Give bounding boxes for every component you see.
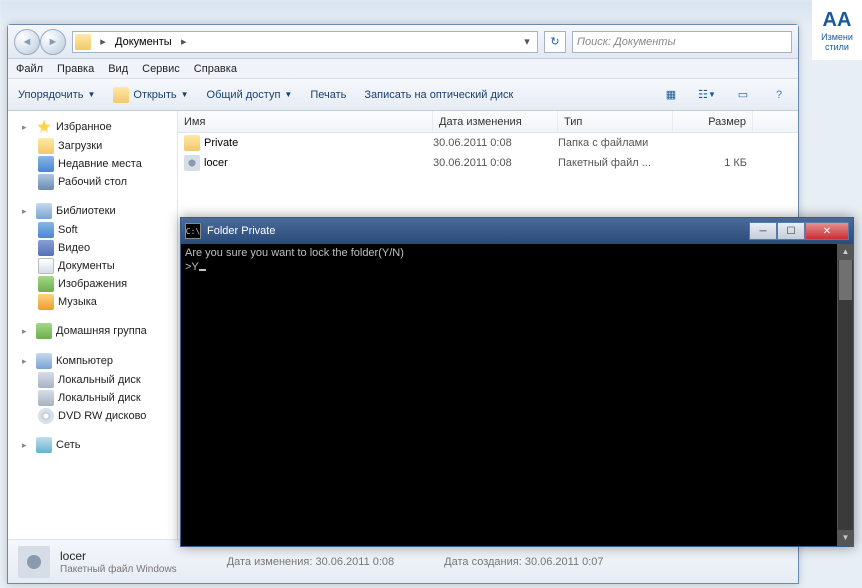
scrollbar[interactable]: ▲ ▼ — [837, 244, 853, 546]
image-icon — [38, 276, 54, 292]
back-button[interactable]: ◄ — [14, 29, 40, 55]
sidebar-item-downloads[interactable]: Загрузки — [12, 137, 173, 155]
batch-file-icon — [184, 155, 200, 171]
refresh-button[interactable]: ↻ — [544, 31, 566, 53]
cmd-titlebar[interactable]: C:\ Folder Private ─ ☐ ✕ — [181, 218, 853, 244]
cmd-body[interactable]: Are you sure you want to lock the folder… — [181, 244, 853, 546]
sidebar-favorites[interactable]: ▸Избранное — [12, 117, 173, 137]
print-button[interactable]: Печать — [310, 89, 346, 101]
folder-icon — [184, 135, 200, 151]
menu-help[interactable]: Справка — [194, 63, 237, 75]
maximize-button[interactable]: ☐ — [777, 222, 805, 240]
word-ribbon-fragment: AA Измени стили — [812, 0, 862, 60]
recent-icon — [38, 156, 54, 172]
menu-file[interactable]: Файл — [16, 63, 43, 75]
sidebar: ▸Избранное Загрузки Недавние места Рабоч… — [8, 111, 178, 539]
sidebar-item-documents[interactable]: Документы — [12, 257, 173, 275]
chevron-right-icon[interactable]: ▸ — [95, 35, 111, 48]
status-filename: locer — [60, 549, 177, 563]
sidebar-item-disk[interactable]: Локальный диск — [12, 389, 173, 407]
music-icon — [38, 294, 54, 310]
network-icon — [36, 437, 52, 453]
menu-edit[interactable]: Правка — [57, 63, 94, 75]
path-segment[interactable]: Документы — [111, 36, 176, 48]
close-button[interactable]: ✕ — [805, 222, 849, 240]
folder-icon — [38, 222, 54, 238]
computer-icon — [36, 353, 52, 369]
dropdown-icon[interactable]: ▾ — [519, 35, 535, 48]
sidebar-item-recent[interactable]: Недавние места — [12, 155, 173, 173]
file-row[interactable]: locer 30.06.2011 0:08 Пакетный файл ... … — [178, 153, 798, 173]
batch-file-icon — [18, 546, 50, 578]
folder-icon — [38, 138, 54, 154]
col-type[interactable]: Тип — [558, 111, 673, 132]
sidebar-libraries[interactable]: ▸Библиотеки — [12, 201, 173, 221]
sidebar-network[interactable]: ▸Сеть — [12, 435, 173, 455]
cmd-window: C:\ Folder Private ─ ☐ ✕ Are you sure yo… — [180, 217, 854, 547]
cmd-icon: C:\ — [185, 223, 201, 239]
chevron-right-icon[interactable]: ▸ — [176, 35, 192, 48]
forward-button[interactable]: ► — [40, 29, 66, 55]
minimize-button[interactable]: ─ — [749, 222, 777, 240]
sidebar-item-desktop[interactable]: Рабочий стол — [12, 173, 173, 191]
sidebar-computer[interactable]: ▸Компьютер — [12, 351, 173, 371]
col-date[interactable]: Дата изменения — [433, 111, 558, 132]
sidebar-homegroup[interactable]: ▸Домашняя группа — [12, 321, 173, 341]
menu-view[interactable]: Вид — [108, 63, 128, 75]
star-icon — [36, 119, 52, 135]
address-bar[interactable]: ▸ Документы ▸ ▾ — [72, 31, 538, 53]
new-folder-icon[interactable]: ▦ — [662, 86, 680, 104]
scroll-thumb[interactable] — [839, 260, 852, 300]
sidebar-item-disk[interactable]: Локальный диск — [12, 371, 173, 389]
disk-icon — [38, 372, 54, 388]
sidebar-item-dvd[interactable]: DVD RW дисково — [12, 407, 173, 425]
file-row[interactable]: Private 30.06.2011 0:08 Папка с файлами — [178, 133, 798, 153]
styles-icon: AA — [823, 9, 852, 32]
sidebar-item-soft[interactable]: Soft — [12, 221, 173, 239]
nav-bar: ◄ ► ▸ Документы ▸ ▾ ↻ Поиск: Документы — [8, 25, 798, 59]
sidebar-item-pictures[interactable]: Изображения — [12, 275, 173, 293]
open-button[interactable]: Открыть▼ — [113, 87, 188, 103]
menu-tools[interactable]: Сервис — [142, 63, 180, 75]
column-headers: Имя Дата изменения Тип Размер — [178, 111, 798, 133]
search-input[interactable]: Поиск: Документы — [572, 31, 792, 53]
dvd-icon — [38, 408, 54, 424]
scroll-down-icon[interactable]: ▼ — [838, 530, 853, 546]
col-name[interactable]: Имя — [178, 111, 433, 132]
preview-pane-icon[interactable]: ▭ — [734, 86, 752, 104]
view-options-icon[interactable]: ☷▼ — [698, 86, 716, 104]
cursor — [199, 269, 206, 271]
cmd-title-text: Folder Private — [207, 225, 749, 237]
video-icon — [38, 240, 54, 256]
sidebar-item-video[interactable]: Видео — [12, 239, 173, 257]
help-icon[interactable]: ? — [770, 86, 788, 104]
document-icon — [38, 258, 54, 274]
open-icon — [113, 87, 129, 103]
status-filetype: Пакетный файл Windows — [60, 564, 177, 575]
toolbar: Упорядочить▼ Открыть▼ Общий доступ▼ Печа… — [8, 79, 798, 111]
folder-icon — [75, 34, 91, 50]
organize-button[interactable]: Упорядочить▼ — [18, 89, 95, 101]
menu-bar: Файл Правка Вид Сервис Справка — [8, 59, 798, 79]
share-button[interactable]: Общий доступ▼ — [207, 89, 293, 101]
sidebar-item-music[interactable]: Музыка — [12, 293, 173, 311]
burn-button[interactable]: Записать на оптический диск — [364, 89, 513, 101]
library-icon — [36, 203, 52, 219]
desktop-icon — [38, 174, 54, 190]
scroll-up-icon[interactable]: ▲ — [838, 244, 853, 260]
disk-icon — [38, 390, 54, 406]
homegroup-icon — [36, 323, 52, 339]
col-size[interactable]: Размер — [673, 111, 753, 132]
